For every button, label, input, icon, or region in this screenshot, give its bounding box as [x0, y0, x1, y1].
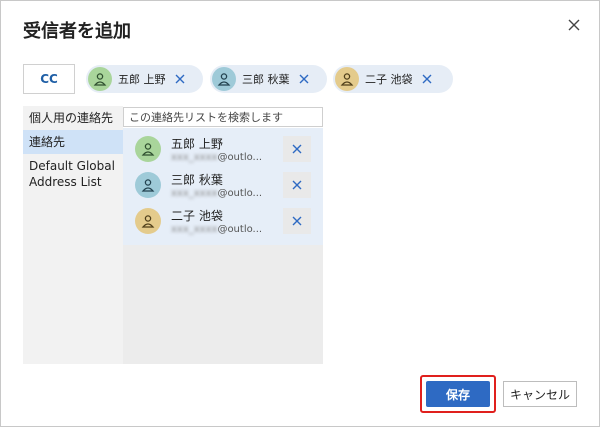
person-icon — [135, 208, 161, 234]
contact-list-pane: 五郎 上野 xxx_xxxx@outlo... 三郎 秋葉 xxx_xxxx@o… — [123, 128, 323, 364]
person-icon — [335, 67, 359, 91]
person-icon — [88, 67, 112, 91]
close-icon[interactable] — [567, 18, 581, 32]
remove-contact-icon[interactable] — [283, 136, 311, 162]
sidebar-item-global-address-list[interactable]: Default Global Address List — [23, 154, 123, 194]
recipient-chip[interactable]: 三郎 秋葉 — [210, 65, 327, 93]
remove-contact-icon[interactable] — [283, 172, 311, 198]
recipient-chip[interactable]: 五郎 上野 — [86, 65, 203, 93]
contact-list-item[interactable]: 五郎 上野 xxx_xxxx@outlo... — [135, 132, 311, 168]
dialog-title: 受信者を追加 — [23, 21, 131, 42]
address-book-sidebar: 個人用の連絡先 連絡先 Default Global Address List — [23, 106, 123, 364]
save-button[interactable]: 保存 — [426, 381, 490, 407]
search-input[interactable] — [123, 107, 323, 127]
recipient-chip-name: 三郎 秋葉 — [242, 73, 290, 86]
sidebar-item-contacts[interactable]: 連絡先 — [23, 130, 123, 154]
remove-recipient-icon[interactable] — [174, 73, 186, 85]
cc-field-label[interactable]: CC — [23, 64, 75, 94]
sidebar-item-personal-contacts[interactable]: 個人用の連絡先 — [23, 106, 123, 130]
recipient-chip-name: 二子 池袋 — [365, 73, 413, 86]
contact-email: xxx_xxxx@outlo... — [171, 152, 263, 163]
contact-email: xxx_xxxx@outlo... — [171, 188, 263, 199]
recipient-chip[interactable]: 二子 池袋 — [333, 65, 453, 93]
contact-name: 二子 池袋 — [171, 209, 223, 223]
contact-list-item[interactable]: 三郎 秋葉 xxx_xxxx@outlo... — [135, 168, 311, 204]
contact-email: xxx_xxxx@outlo... — [171, 224, 263, 235]
contact-list: 五郎 上野 xxx_xxxx@outlo... 三郎 秋葉 xxx_xxxx@o… — [123, 128, 323, 245]
person-icon — [135, 172, 161, 198]
remove-contact-icon[interactable] — [283, 208, 311, 234]
recipient-chip-name: 五郎 上野 — [118, 73, 166, 86]
contact-list-item[interactable]: 二子 池袋 xxx_xxxx@outlo... — [135, 204, 311, 240]
add-recipients-dialog: 受信者を追加 CC 五郎 上野 三郎 秋葉 二子 池袋 個人用の連絡先 連絡先 … — [0, 0, 600, 427]
contact-name: 三郎 秋葉 — [171, 173, 223, 187]
remove-recipient-icon[interactable] — [298, 73, 310, 85]
cancel-button[interactable]: キャンセル — [503, 381, 577, 407]
person-icon — [212, 67, 236, 91]
person-icon — [135, 136, 161, 162]
remove-recipient-icon[interactable] — [421, 73, 433, 85]
contact-name: 五郎 上野 — [171, 137, 223, 151]
